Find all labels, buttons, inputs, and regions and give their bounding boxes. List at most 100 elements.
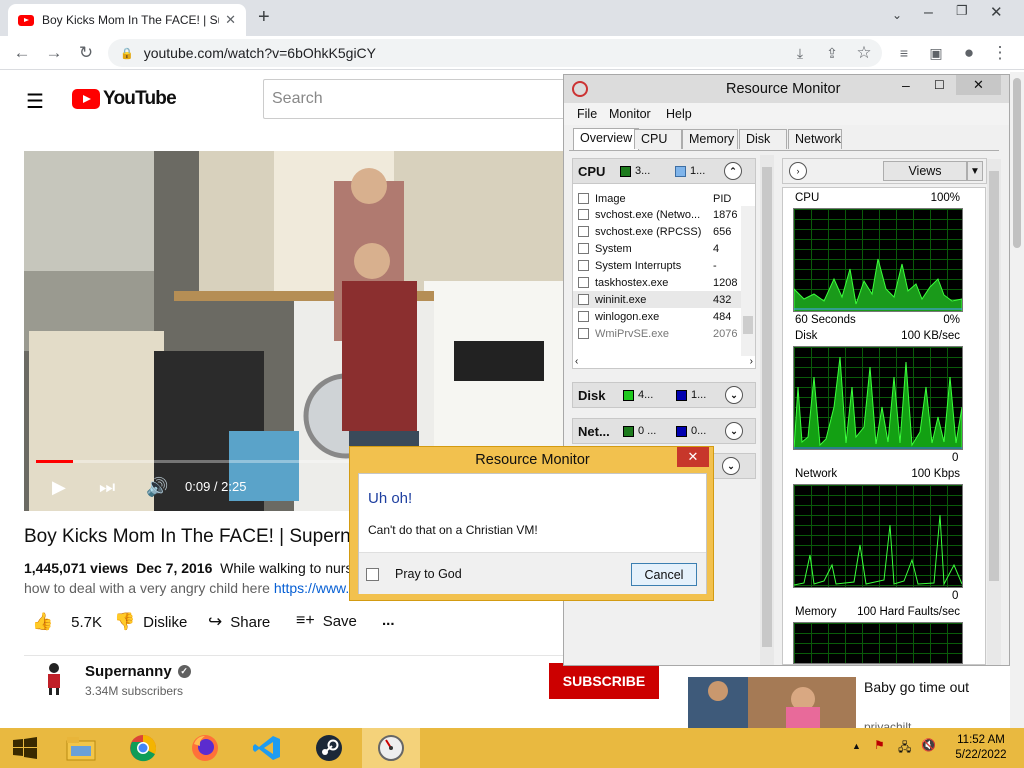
description-link[interactable]: https://www. [274, 580, 349, 596]
process-row[interactable]: wininit.exe 432 [573, 291, 755, 308]
bookmark-star-icon[interactable]: ☆ [850, 36, 878, 70]
tray-network-icon[interactable]: 🖧 [898, 738, 911, 759]
tab-close-icon[interactable]: ✕ [225, 12, 236, 28]
views-button[interactable]: Views [883, 161, 967, 181]
process-checkbox[interactable] [578, 260, 589, 271]
back-icon[interactable]: ← [8, 36, 36, 70]
col-image-header[interactable]: Image [595, 193, 713, 205]
menu-file[interactable]: File [577, 107, 597, 121]
resmon-minimize-icon[interactable]: – [902, 77, 910, 93]
save-button[interactable]: ≡+ Save [296, 612, 357, 630]
search-input[interactable]: Search [263, 79, 563, 119]
like-button[interactable]: 👍 5.7K [32, 612, 102, 632]
hamburger-menu-icon[interactable]: ☰ [26, 89, 44, 114]
cpu-section-header[interactable]: CPU 3... 1... ⌃ [572, 158, 756, 184]
graph-pane-scrollbar-thumb[interactable] [989, 171, 999, 581]
expand-disk-icon[interactable]: ⌄ [725, 386, 743, 404]
volume-icon[interactable]: 🔊 [146, 477, 168, 498]
resmon-titlebar[interactable]: Resource Monitor – ☐ ✕ [564, 75, 1009, 103]
taskbar-steam[interactable] [300, 728, 358, 768]
process-checkbox[interactable] [578, 311, 589, 322]
taskbar-file-explorer[interactable] [52, 728, 110, 768]
process-row[interactable]: System 4 [573, 240, 755, 257]
tab-memory[interactable]: Memory [682, 129, 738, 149]
process-scrollbar-thumb[interactable] [743, 316, 753, 334]
taskbar-firefox[interactable] [176, 728, 234, 768]
menu-help[interactable]: Help [666, 107, 692, 121]
tray-volume-muted-icon[interactable]: 🔇 [921, 738, 936, 752]
left-pane-scrollbar-thumb[interactable] [762, 167, 772, 647]
collapse-cpu-icon[interactable]: ⌃ [724, 162, 742, 180]
network-section-header[interactable]: Net... 0 ... 0... ⌄ [572, 418, 756, 444]
page-scrollbar-thumb[interactable] [1013, 78, 1021, 248]
process-checkbox[interactable] [578, 294, 589, 305]
minimize-icon[interactable]: – [924, 4, 933, 22]
tab-search-icon[interactable]: ⌄ [892, 8, 902, 22]
channel-name-row[interactable]: Supernanny ✓ [85, 663, 191, 680]
select-all-checkbox[interactable] [578, 193, 589, 204]
browser-tab[interactable]: Boy Kicks Mom In The FACE! | Su ✕ [8, 4, 246, 36]
tab-cpu[interactable]: CPU [634, 129, 682, 149]
media-control-icon[interactable]: ≡ [890, 36, 918, 70]
scroll-left-icon[interactable]: ‹ [575, 356, 578, 368]
tab-disk[interactable]: Disk [739, 129, 787, 149]
related-video-thumbnail[interactable] [688, 677, 856, 729]
process-checkbox[interactable] [578, 243, 589, 254]
taskbar-vscode[interactable] [238, 728, 296, 768]
process-row[interactable]: System Interrupts - [573, 257, 755, 274]
tab-overview[interactable]: Overview [573, 128, 640, 150]
disk-section-header[interactable]: Disk 4... 1... ⌄ [572, 382, 756, 408]
process-checkbox[interactable] [578, 277, 589, 288]
subscribe-button[interactable]: SUBSCRIBE [549, 663, 659, 699]
process-row[interactable]: svchost.exe (RPCSS) 656 [573, 223, 755, 240]
dislike-button[interactable]: 👎 Dislike [114, 612, 187, 632]
page-scrollbar[interactable] [1010, 72, 1024, 728]
share-page-icon[interactable]: ⇪ [818, 36, 846, 70]
process-row[interactable]: winlogon.exe 484 [573, 308, 755, 325]
restore-icon[interactable]: ❐ [956, 3, 968, 19]
process-hscrollbar[interactable]: ‹ › [573, 356, 755, 368]
tab-network[interactable]: Network [788, 129, 842, 149]
menu-monitor[interactable]: Monitor [609, 107, 651, 121]
youtube-logo[interactable]: YouTube [72, 88, 177, 110]
address-bar[interactable]: 🔒 youtube.com/watch?v=6bOhkK5giCY [108, 39, 882, 67]
expand-network-icon[interactable]: ⌄ [725, 422, 743, 440]
next-icon[interactable]: ⏭ [99, 477, 115, 498]
process-scrollbar[interactable] [741, 206, 755, 356]
more-actions-button[interactable]: ... [382, 612, 395, 629]
channel-avatar[interactable] [36, 660, 72, 696]
pray-checkbox-label[interactable]: Pray to God [395, 567, 462, 581]
browser-close-icon[interactable]: ✕ [990, 3, 1003, 21]
process-row[interactable]: taskhostex.exe 1208 [573, 274, 755, 291]
share-button[interactable]: ↪ Share [208, 612, 270, 632]
resmon-maximize-icon[interactable]: ☐ [934, 78, 945, 92]
scroll-right-icon[interactable]: › [750, 356, 753, 368]
profile-icon[interactable]: ● [955, 36, 983, 70]
install-icon[interactable]: ⤓ [786, 36, 814, 70]
col-pid-header[interactable]: PID [713, 193, 731, 205]
cancel-button[interactable]: Cancel [631, 563, 697, 586]
pray-checkbox[interactable] [366, 568, 379, 581]
process-row[interactable]: WmiPrvSE.exe 2076 [573, 325, 755, 342]
tray-overflow-icon[interactable]: ▲ [852, 741, 861, 751]
graph-pane-scrollbar[interactable] [987, 159, 1001, 665]
taskbar-clock[interactable]: 11:52 AM 5/22/2022 [946, 733, 1016, 763]
process-checkbox[interactable] [578, 328, 589, 339]
new-tab-button[interactable]: + [258, 6, 270, 29]
views-dropdown-icon[interactable]: ▼ [967, 161, 983, 181]
process-checkbox[interactable] [578, 209, 589, 220]
play-icon[interactable]: ▶ [52, 477, 66, 498]
related-video-title[interactable]: Baby go time out [864, 677, 984, 697]
collapse-graph-pane-icon[interactable]: › [789, 162, 807, 180]
resmon-close-icon[interactable]: ✕ [956, 75, 1001, 95]
forward-icon[interactable]: → [40, 36, 68, 70]
process-checkbox[interactable] [578, 226, 589, 237]
start-button[interactable] [0, 728, 50, 768]
menu-kebab-icon[interactable]: ⋮ [986, 36, 1014, 70]
expand-memory-icon[interactable]: ⌄ [722, 457, 740, 475]
taskbar-chrome[interactable] [114, 728, 172, 768]
reload-icon[interactable]: ↻ [72, 36, 100, 70]
process-row[interactable]: svchost.exe (Netwo... 1876 [573, 206, 755, 223]
left-pane-scrollbar[interactable] [760, 155, 774, 665]
side-panel-icon[interactable]: ▣ [922, 36, 950, 70]
